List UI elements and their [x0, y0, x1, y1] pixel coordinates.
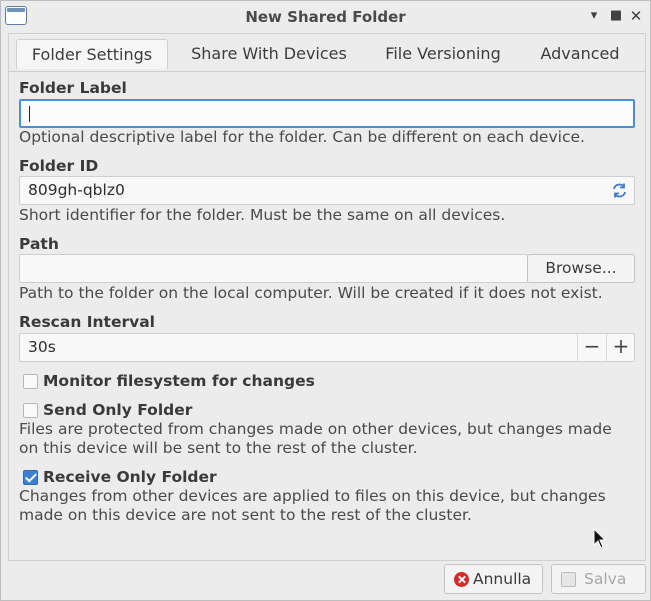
monitor-filesystem-label[interactable]: Monitor filesystem for changes	[43, 372, 315, 390]
folder-id-help: Short identifier for the folder. Must be…	[19, 206, 506, 224]
receive-only-help-line-1: Changes from other devices are applied t…	[19, 487, 606, 505]
window-title: New Shared Folder	[245, 8, 406, 26]
folder-label-help: Optional descriptive label for the folde…	[19, 128, 585, 146]
maximize-icon[interactable]: ■	[607, 7, 625, 25]
send-only-help-line-1: Files are protected from changes made on…	[19, 420, 612, 438]
path-input[interactable]	[19, 254, 528, 283]
tab-advanced[interactable]: Advanced	[528, 39, 632, 69]
receive-only-checkbox[interactable]	[23, 470, 38, 485]
tab-folder-settings[interactable]: Folder Settings	[16, 39, 168, 69]
receive-only-help-line-2: made on this device are not sent to the …	[19, 506, 472, 524]
save-icon	[561, 572, 576, 587]
dialog-window: New Shared Folder ▾ ■ ✕ Folder Settings …	[0, 0, 651, 601]
mouse-pointer-icon	[593, 528, 607, 549]
tab-share-with-devices[interactable]: Share With Devices	[180, 39, 358, 69]
refresh-icon[interactable]	[611, 182, 628, 199]
close-icon[interactable]: ✕	[627, 7, 645, 25]
minimize-icon[interactable]: ▾	[585, 7, 603, 25]
increment-button[interactable]: +	[606, 333, 635, 362]
folder-label-input[interactable]	[19, 99, 635, 128]
save-button-label: Salva	[584, 570, 627, 588]
save-button[interactable]: Salva	[551, 564, 646, 594]
cancel-button[interactable]: Annulla	[444, 564, 543, 594]
browse-button[interactable]: Browse...	[527, 254, 635, 283]
path-heading: Path	[19, 235, 59, 253]
send-only-label[interactable]: Send Only Folder	[43, 401, 192, 419]
tab-file-versioning[interactable]: File Versioning	[372, 39, 514, 69]
rescan-interval-heading: Rescan Interval	[19, 313, 155, 331]
folder-id-heading: Folder ID	[19, 157, 99, 175]
tab-bar: Folder Settings Share With Devices File …	[8, 37, 646, 71]
monitor-filesystem-checkbox[interactable]	[23, 374, 38, 389]
rescan-interval-value: 30s	[28, 338, 56, 356]
folder-id-value: 809gh-qblz0	[28, 181, 125, 199]
decrement-button[interactable]: −	[577, 333, 606, 362]
path-help: Path to the folder on the local computer…	[19, 284, 603, 302]
send-only-checkbox[interactable]	[23, 403, 38, 418]
title-bar[interactable]: New Shared Folder ▾ ■ ✕	[1, 1, 650, 33]
receive-only-label[interactable]: Receive Only Folder	[43, 468, 217, 486]
rescan-interval-input[interactable]: 30s	[19, 333, 635, 362]
folder-id-input[interactable]: 809gh-qblz0	[19, 176, 635, 205]
cancel-button-label: Annulla	[473, 570, 532, 588]
text-caret	[29, 106, 30, 122]
cancel-icon	[454, 572, 469, 587]
send-only-help-line-2: on this device will be sent to the rest …	[19, 439, 418, 457]
folder-label-heading: Folder Label	[19, 79, 127, 97]
